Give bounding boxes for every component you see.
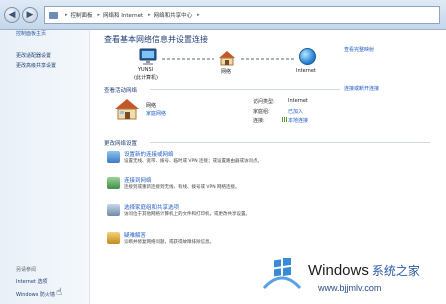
home-network-icon[interactable] <box>218 50 236 66</box>
internet-node-label: Internet <box>296 68 316 74</box>
signal-bars-icon <box>282 117 287 122</box>
task-connect-network-desc: 连接到或重新连接到无线、有线、拨号或 VPN 网络连接。 <box>124 185 240 190</box>
sidebar-item-advanced-sharing[interactable]: 更改高级共享设置 <box>16 62 56 69</box>
back-arrow-icon[interactable]: ◀ <box>4 7 20 23</box>
sidebar-home-link[interactable]: 控制面板主页 <box>16 30 46 37</box>
breadcrumb-control-panel[interactable]: 控制面板 <box>71 11 93 19</box>
connection-line <box>241 58 295 60</box>
breadcrumb-network-internet[interactable]: 网络和 Internet <box>103 11 143 19</box>
computer-icon[interactable] <box>138 48 158 66</box>
troubleshoot-icon <box>107 232 120 244</box>
control-panel-icon <box>49 11 58 19</box>
section-divider <box>150 89 340 90</box>
access-type-label: 访问类型: <box>253 99 275 105</box>
task-troubleshoot-desc: 诊断并修复网络问题，或获得故障排除信息。 <box>124 240 214 245</box>
breadcrumb-sharing-center[interactable]: 网络和共享中心 <box>154 11 193 19</box>
windows-logo-watermark-icon <box>262 258 302 290</box>
task-homegroup-link[interactable]: 选择家庭组和共享选项 <box>124 203 179 211</box>
hand-cursor-icon: ☝ <box>56 287 63 298</box>
sidebar-item-internet-options[interactable]: Internet 选项 <box>16 278 47 285</box>
connect-network-icon <box>107 177 120 189</box>
network-node-label: 网络 <box>221 69 232 75</box>
connect-disconnect-link[interactable]: 连接或断开连接 <box>344 85 379 92</box>
sidebar-item-windows-firewall[interactable]: Windows 防火墙 <box>16 291 55 298</box>
breadcrumb-separator: ▸ <box>65 12 68 18</box>
forward-arrow-icon[interactable]: ▶ <box>22 7 38 23</box>
internet-globe-icon[interactable] <box>299 48 316 65</box>
watermark-brand: Windows 系统之家 <box>308 262 420 279</box>
homegroup-label: 家庭组: <box>253 109 270 115</box>
page-title: 查看基本网络信息并设置连接 <box>104 35 208 44</box>
breadcrumb-separator: ▸ <box>197 12 200 18</box>
connection-line <box>162 58 214 60</box>
connections-label: 连接: <box>253 118 265 124</box>
task-new-connection-link[interactable]: 设置新的连接或网络 <box>124 150 174 158</box>
left-nav-pane: 控制面板主页 更改适配器设置 更改高级共享设置 另请参阅 Internet 选项… <box>0 30 90 304</box>
homegroup-joined-link[interactable]: 已加入 <box>288 108 303 115</box>
watermark-url: www.bjjmlv.com <box>318 283 382 293</box>
new-connection-icon <box>107 151 120 163</box>
section-divider <box>150 142 430 143</box>
computer-name: YUNSI <box>138 67 154 73</box>
see-also-heading: 另请参阅 <box>16 267 37 273</box>
active-networks-heading: 查看活动网络 <box>104 88 138 94</box>
computer-sublabel: (此计算机) <box>134 75 158 81</box>
task-homegroup-desc: 访问位于其他网络计算机上的文件和打印机，或更改共享设置。 <box>124 212 250 217</box>
breadcrumb-separator: ▸ <box>97 12 101 18</box>
task-troubleshoot-link[interactable]: 疑难解答 <box>124 231 146 239</box>
full-map-link[interactable]: 查看完整映射 <box>344 46 374 53</box>
watermark-brand-windows: Windows <box>308 262 369 279</box>
change-settings-heading: 更改网络设置 <box>104 141 138 147</box>
task-connect-network-link[interactable]: 连接到网络 <box>124 176 152 184</box>
network-type-link[interactable]: 家庭网络 <box>146 110 166 117</box>
home-network-large-icon[interactable] <box>114 98 140 120</box>
watermark-brand-cn: 系统之家 <box>371 264 420 278</box>
access-type-value: Internet <box>288 98 308 104</box>
task-new-connection-desc: 设置无线、宽带、拨号、临时或 VPN 连接；或设置路由器或访问点。 <box>124 159 263 164</box>
sidebar-item-adapter-settings[interactable]: 更改适配器设置 <box>16 52 51 59</box>
breadcrumb-separator: ▸ <box>148 12 151 18</box>
address-bar[interactable]: ▸ 控制面板 ▸ 网络和 Internet ▸ 网络和共享中心 ▸ <box>44 6 440 24</box>
active-network-name: 网络 <box>146 103 157 109</box>
local-connection-link[interactable]: 本地连接 <box>288 117 308 124</box>
homegroup-icon <box>107 204 120 216</box>
title-bar: ◀ ▶ ▸ 控制面板 ▸ 网络和 Internet ▸ 网络和共享中心 ▸ <box>0 0 446 30</box>
